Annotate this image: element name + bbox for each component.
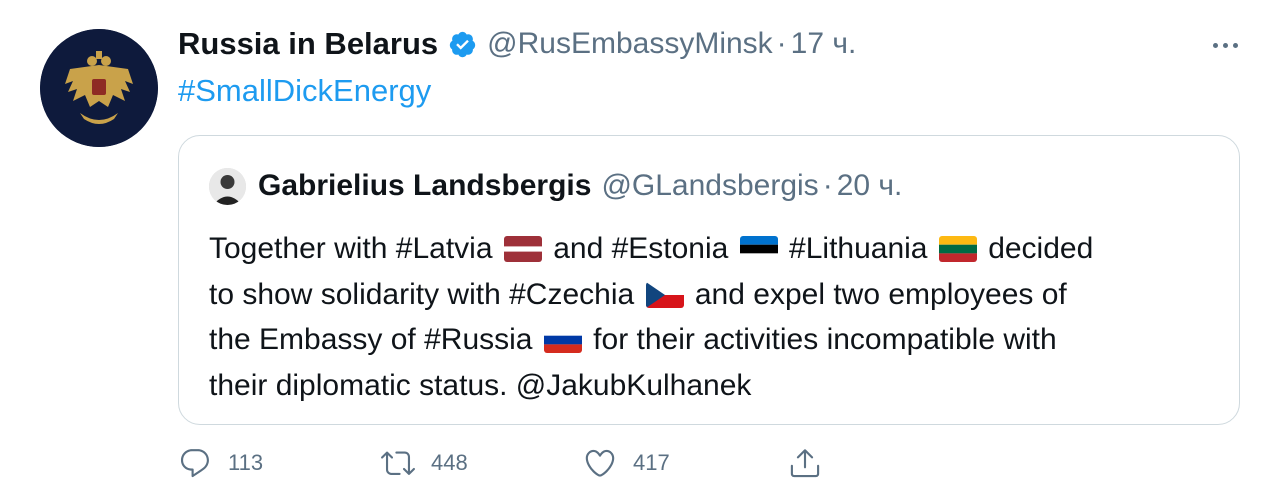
text-segment: #Lithuania xyxy=(789,232,928,265)
retweet-button[interactable]: 448 xyxy=(381,443,468,483)
share-icon xyxy=(790,449,820,478)
quoted-author-handle[interactable]: @GLandsbergis xyxy=(601,169,818,203)
tweet-text-hashtag[interactable]: #SmallDickEnergy xyxy=(178,73,431,109)
quoted-text-line: their diplomatic status. @JakubKulhanek xyxy=(209,368,752,402)
quoted-meta-separator: · xyxy=(822,169,833,202)
quoted-timestamp[interactable]: 20 ч. xyxy=(837,169,903,203)
text-segment: and #Estonia xyxy=(553,232,729,265)
retweet-icon xyxy=(381,451,415,475)
czechia-flag-icon xyxy=(645,281,684,308)
russia-emblem-icon xyxy=(40,29,158,147)
text-segment: and expel two employees of xyxy=(694,277,1067,311)
meta-separator: · xyxy=(776,27,787,60)
text-segment: for their activities incompatible with xyxy=(593,323,1057,356)
reply-count: 113 xyxy=(228,450,264,475)
reply-button[interactable]: 113 xyxy=(178,443,263,483)
author-name[interactable]: Russia in Belarus xyxy=(178,26,438,62)
like-count: 417 xyxy=(633,450,670,475)
estonia-flag-icon xyxy=(739,236,778,262)
quoted-tweet-text: Together with #Latvia and #Estonia #Lith… xyxy=(209,226,1219,408)
retweet-count: 448 xyxy=(431,450,468,475)
like-button[interactable]: 417 xyxy=(583,443,670,483)
lithuania-flag-icon xyxy=(938,236,977,262)
latvia-flag-icon xyxy=(503,236,542,262)
quoted-tweet-card[interactable]: Gabrielius Landsbergis @GLandsbergis · 2… xyxy=(178,135,1240,425)
tweet-header: Russia in Belarus @RusEmbassyMinsk · 17 … xyxy=(178,22,856,66)
reply-icon xyxy=(180,449,209,478)
author-avatar[interactable] xyxy=(40,29,158,147)
more-options-icon[interactable] xyxy=(1205,30,1245,60)
text-segment: to show solidarity with #Czechia xyxy=(209,277,635,311)
quoted-text-line: Together with #Latvia and #Estonia #Lith… xyxy=(209,226,1219,272)
heart-icon xyxy=(585,449,615,477)
quoted-tweet-header: Gabrielius Landsbergis @GLandsbergis · 2… xyxy=(209,166,902,206)
quoted-text-line: the Embassy of #Russia for their activit… xyxy=(209,317,1219,363)
tweet-timestamp[interactable]: 17 ч. xyxy=(791,27,857,61)
tweet-actions-bar: 113 448 417 xyxy=(178,443,878,483)
share-button[interactable] xyxy=(788,443,822,483)
author-handle[interactable]: @RusEmbassyMinsk xyxy=(487,27,773,61)
quoted-author-avatar[interactable] xyxy=(209,167,246,205)
russia-flag-icon xyxy=(543,327,582,353)
quoted-author-name[interactable]: Gabrielius Landsbergis xyxy=(258,169,591,203)
text-segment: Together with #Latvia xyxy=(209,232,493,265)
quoted-text-line: to show solidarity with #Czechia and exp… xyxy=(209,272,1219,318)
verified-badge-icon xyxy=(448,30,477,59)
text-segment: the Embassy of #Russia xyxy=(209,323,533,356)
text-segment: decided xyxy=(988,232,1094,265)
